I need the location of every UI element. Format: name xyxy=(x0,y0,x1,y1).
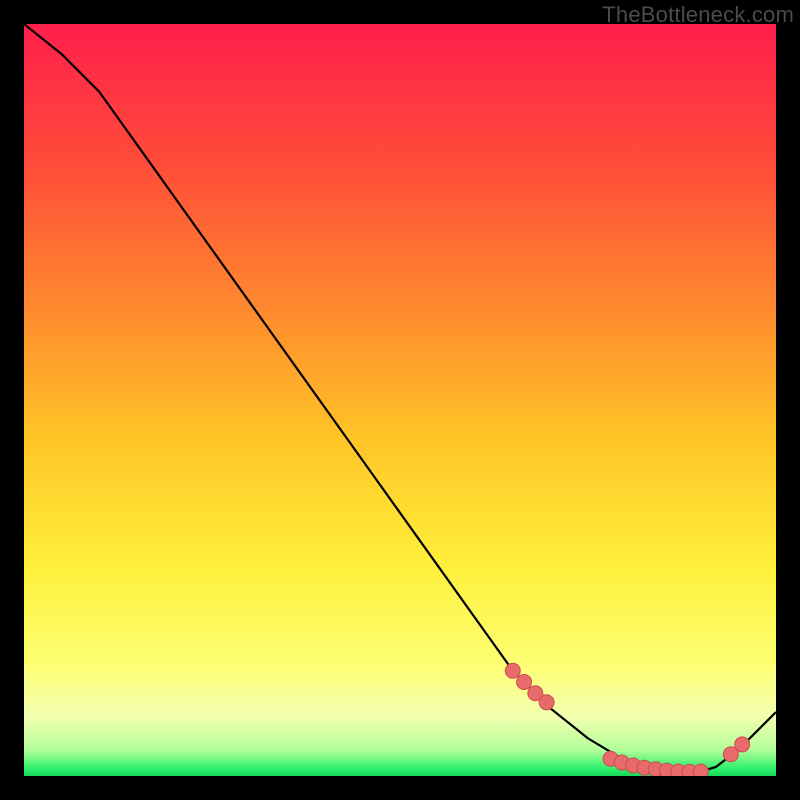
chart-frame: TheBottleneck.com xyxy=(0,0,800,800)
chart-marker xyxy=(505,663,520,678)
chart-marker xyxy=(517,675,532,690)
watermark-text: TheBottleneck.com xyxy=(602,2,794,28)
chart-svg xyxy=(24,24,776,776)
chart-marker xyxy=(735,737,750,752)
chart-marker xyxy=(693,764,708,776)
chart-markers xyxy=(505,663,749,776)
chart-line xyxy=(24,24,776,772)
chart-plot-area xyxy=(24,24,776,776)
chart-marker xyxy=(539,695,554,710)
